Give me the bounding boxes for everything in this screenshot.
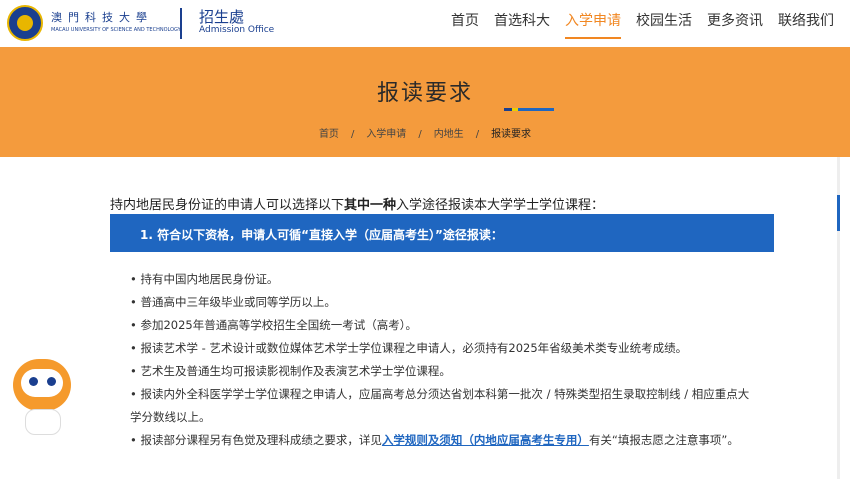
intro-emphasis: 其中一种 [344,198,397,213]
list-item: • 普通高中三年级毕业或同等学历以上。 [130,295,336,309]
page-title: 报读要求 [376,81,473,106]
nav-item-contact[interactable]: 联络我们 [778,0,834,47]
section-heading: 1. 符合以下资格，申请人可循“直接入学（应届高考生）”途径报读： [110,214,774,252]
robot-assistant-icon[interactable] [5,357,77,437]
office-name-en[interactable]: Admission Office [199,25,274,35]
intro-prefix: 持内地居民身份证的申请人可以选择以下 [110,198,345,213]
admission-rules-link[interactable]: 入学规则及须知（内地应届高考生专用） [382,433,589,447]
page-banner: 报读要求 首页 / 入学申请 / 内地生 / 报读要求 [0,47,850,157]
intro-suffix: 入学途径报读本大学学士学位课程： [396,198,605,213]
university-name-cn: 澳門科技大學 [51,11,153,24]
title-underline [504,108,554,111]
site-header: 澳門科技大學 MACAU UNIVERSITY OF SCIENCE AND T… [0,0,850,47]
university-seal-icon[interactable] [7,5,43,41]
nav-item-admission[interactable]: 入学申请 [565,0,621,47]
header-divider [180,8,182,39]
intro-text: 持内地居民身份证的申请人可以选择以下其中一种入学途径报读本大学学士学位课程： [110,194,604,213]
list-item: • 报读内外全科医学学士学位课程之申请人，应届高考总分须达省划本科第一批次 / … [130,387,750,424]
university-name-en: MACAU UNIVERSITY OF SCIENCE AND TECHNOLO… [51,27,181,33]
requirements-list: • 持有中国内地居民身份证。 • 普通高中三年级毕业或同等学历以上。 • 参加2… [130,268,760,452]
list-item: • 报读艺术学 - 艺术设计或数位媒体艺术学士学位课程之申请人，必须持有2025… [130,341,688,355]
nav-item-more-info[interactable]: 更多资讯 [707,0,763,47]
list-item: • 报读部分课程另有色觉及理科成绩之要求，详见入学规则及须知（内地应届高考生专用… [130,429,760,452]
list-item: • 持有中国内地居民身份证。 [130,272,279,286]
nav-item-campus-life[interactable]: 校园生活 [636,0,692,47]
scrollbar-thumb[interactable] [837,195,840,231]
main-nav: 首页 首选科大 入学申请 校园生活 更多资讯 联络我们 [436,0,834,47]
breadcrumb-separator: / [418,129,422,140]
breadcrumb: 首页 / 入学申请 / 内地生 / 报读要求 [0,125,850,140]
breadcrumb-separator: / [350,129,355,140]
breadcrumb-current: 报读要求 [491,129,532,140]
breadcrumb-separator: / [475,129,480,140]
breadcrumb-home[interactable]: 首页 [319,129,339,140]
list-item: • 参加2025年普通高等学校招生全国统一考试（高考）。 [130,318,417,332]
breadcrumb-admission[interactable]: 入学申请 [366,129,406,140]
breadcrumb-mainland[interactable]: 内地生 [434,129,464,140]
nav-item-why-must[interactable]: 首选科大 [494,0,550,47]
office-name-cn[interactable]: 招生處 [199,6,244,27]
nav-item-home[interactable]: 首页 [451,0,479,47]
list-item-prefix: • 报读部分课程另有色觉及理科成绩之要求，详见 [130,433,382,447]
list-item-suffix: 有关“填报志愿之注意事项”。 [588,433,739,447]
list-item: • 艺术生及普通生均可报读影视制作及表演艺术学士学位课程。 [130,364,451,378]
section-heading-text: 1. 符合以下资格，申请人可循“直接入学（应届高考生）”途径报读： [140,228,503,242]
